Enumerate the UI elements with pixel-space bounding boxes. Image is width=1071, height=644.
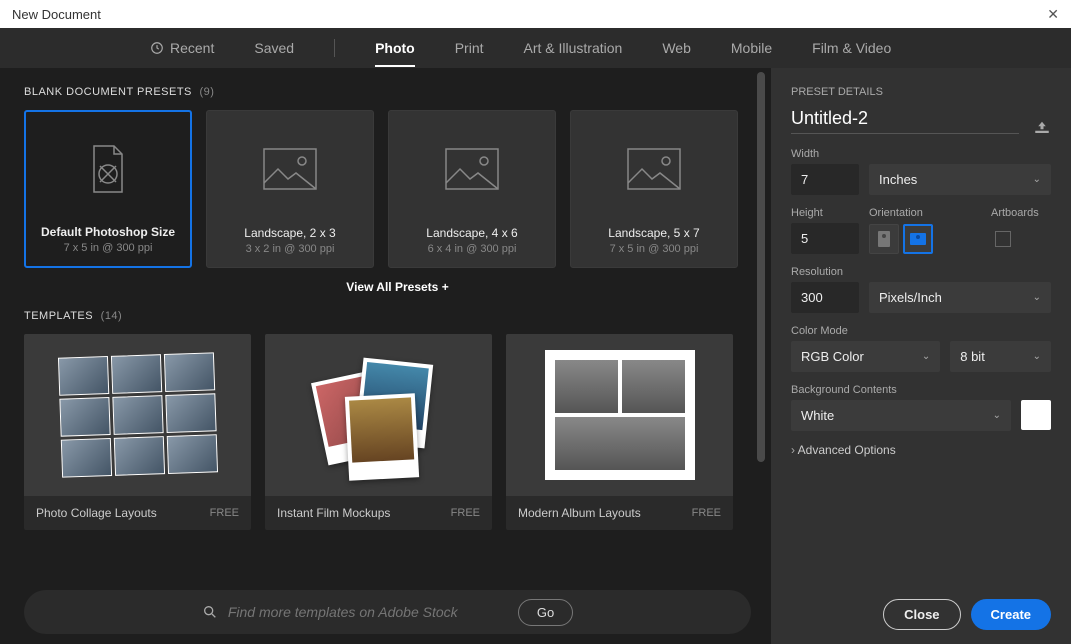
chevron-down-icon: ⌄: [922, 351, 930, 362]
resolution-unit-select[interactable]: Pixels/Inch⌄: [869, 282, 1051, 313]
template-price: FREE: [692, 507, 721, 519]
image-icon: [626, 111, 682, 226]
height-label: Height: [791, 207, 859, 219]
chevron-down-icon: ⌄: [1033, 292, 1041, 303]
height-input[interactable]: [791, 223, 859, 254]
preset-dimensions: 7 x 5 in @ 300 ppi: [64, 242, 153, 254]
chevron-down-icon: ⌄: [1033, 351, 1041, 362]
template-price: FREE: [210, 507, 239, 519]
preset-card[interactable]: Default Photoshop Size 7 x 5 in @ 300 ppi: [24, 110, 192, 268]
presets-panel: BLANK DOCUMENT PRESETS (9) Default Photo…: [0, 68, 771, 644]
template-card[interactable]: Modern Album Layouts FREE: [506, 334, 733, 530]
titlebar: New Document ✕: [0, 0, 1071, 28]
width-label: Width: [791, 148, 1051, 160]
background-label: Background Contents: [791, 384, 1051, 396]
background-select[interactable]: White⌄: [791, 400, 1011, 431]
image-icon: [444, 111, 500, 226]
advanced-options-toggle[interactable]: Advanced Options: [791, 443, 1051, 457]
stock-search-input[interactable]: [228, 604, 508, 620]
width-input[interactable]: [791, 164, 859, 195]
window-title: New Document: [12, 7, 101, 22]
tab-saved[interactable]: Saved: [254, 30, 294, 66]
template-name: Instant Film Mockups: [277, 506, 390, 520]
go-button[interactable]: Go: [518, 599, 573, 626]
template-thumbnail: [24, 334, 251, 496]
details-panel: PRESET DETAILS Untitled-2 Width Inches⌄ …: [771, 68, 1071, 644]
template-card[interactable]: Photo Collage Layouts FREE: [24, 334, 251, 530]
category-tabs: Recent Saved Photo Print Art & Illustrat…: [0, 28, 1071, 68]
scrollbar[interactable]: [757, 72, 767, 640]
close-icon[interactable]: ✕: [1039, 6, 1067, 23]
template-thumbnail: [506, 334, 733, 496]
preset-name: Landscape, 5 x 7: [608, 226, 699, 240]
tab-recent[interactable]: Recent: [150, 30, 214, 66]
create-button[interactable]: Create: [971, 599, 1051, 630]
preset-card[interactable]: Landscape, 4 x 6 6 x 4 in @ 300 ppi: [388, 110, 556, 268]
tab-web[interactable]: Web: [662, 30, 691, 66]
bit-depth-select[interactable]: 8 bit⌄: [950, 341, 1051, 372]
template-thumbnail: [265, 334, 492, 496]
preset-name: Landscape, 4 x 6: [426, 226, 517, 240]
preset-card[interactable]: Landscape, 2 x 3 3 x 2 in @ 300 ppi: [206, 110, 374, 268]
chevron-down-icon: ⌄: [1033, 174, 1041, 185]
template-card[interactable]: Instant Film Mockups FREE: [265, 334, 492, 530]
preset-details-label: PRESET DETAILS: [791, 86, 1051, 98]
templates-header: TEMPLATES (14): [24, 310, 771, 322]
save-preset-icon[interactable]: [1033, 120, 1051, 134]
resolution-input[interactable]: [791, 282, 859, 313]
artboards-label: Artboards: [991, 207, 1051, 219]
orientation-label: Orientation: [869, 207, 981, 219]
document-name-input[interactable]: Untitled-2: [791, 108, 1019, 134]
color-mode-label: Color Mode: [791, 325, 1051, 337]
artboards-checkbox[interactable]: [995, 231, 1011, 247]
resolution-label: Resolution: [791, 266, 1051, 278]
template-price: FREE: [451, 507, 480, 519]
width-unit-select[interactable]: Inches⌄: [869, 164, 1051, 195]
preset-card[interactable]: Landscape, 5 x 7 7 x 5 in @ 300 ppi: [570, 110, 738, 268]
template-name: Modern Album Layouts: [518, 506, 641, 520]
image-icon: [262, 111, 318, 226]
clock-icon: [150, 41, 164, 55]
plus-icon: +: [442, 280, 449, 294]
view-all-presets[interactable]: View All Presets +: [24, 280, 771, 294]
file-icon: [88, 112, 128, 225]
tab-mobile[interactable]: Mobile: [731, 30, 772, 66]
preset-dimensions: 6 x 4 in @ 300 ppi: [428, 243, 517, 255]
color-mode-select[interactable]: RGB Color⌄: [791, 341, 940, 372]
chevron-down-icon: ⌄: [993, 410, 1001, 421]
orientation-portrait[interactable]: [869, 224, 899, 254]
preset-name: Default Photoshop Size: [41, 225, 175, 239]
tab-photo[interactable]: Photo: [375, 30, 415, 66]
tab-label: Recent: [170, 40, 214, 56]
preset-dimensions: 7 x 5 in @ 300 ppi: [610, 243, 699, 255]
template-name: Photo Collage Layouts: [36, 506, 157, 520]
stock-search-bar: Go: [24, 590, 751, 634]
search-icon: [202, 604, 218, 620]
tab-art[interactable]: Art & Illustration: [524, 30, 623, 66]
orientation-landscape[interactable]: [903, 224, 933, 254]
background-swatch[interactable]: [1021, 400, 1051, 430]
presets-header: BLANK DOCUMENT PRESETS (9): [24, 86, 771, 98]
preset-name: Landscape, 2 x 3: [244, 226, 335, 240]
tab-film[interactable]: Film & Video: [812, 30, 891, 66]
preset-dimensions: 3 x 2 in @ 300 ppi: [246, 243, 335, 255]
close-button[interactable]: Close: [883, 599, 960, 630]
tab-separator: [334, 39, 335, 57]
tab-print[interactable]: Print: [455, 30, 484, 66]
